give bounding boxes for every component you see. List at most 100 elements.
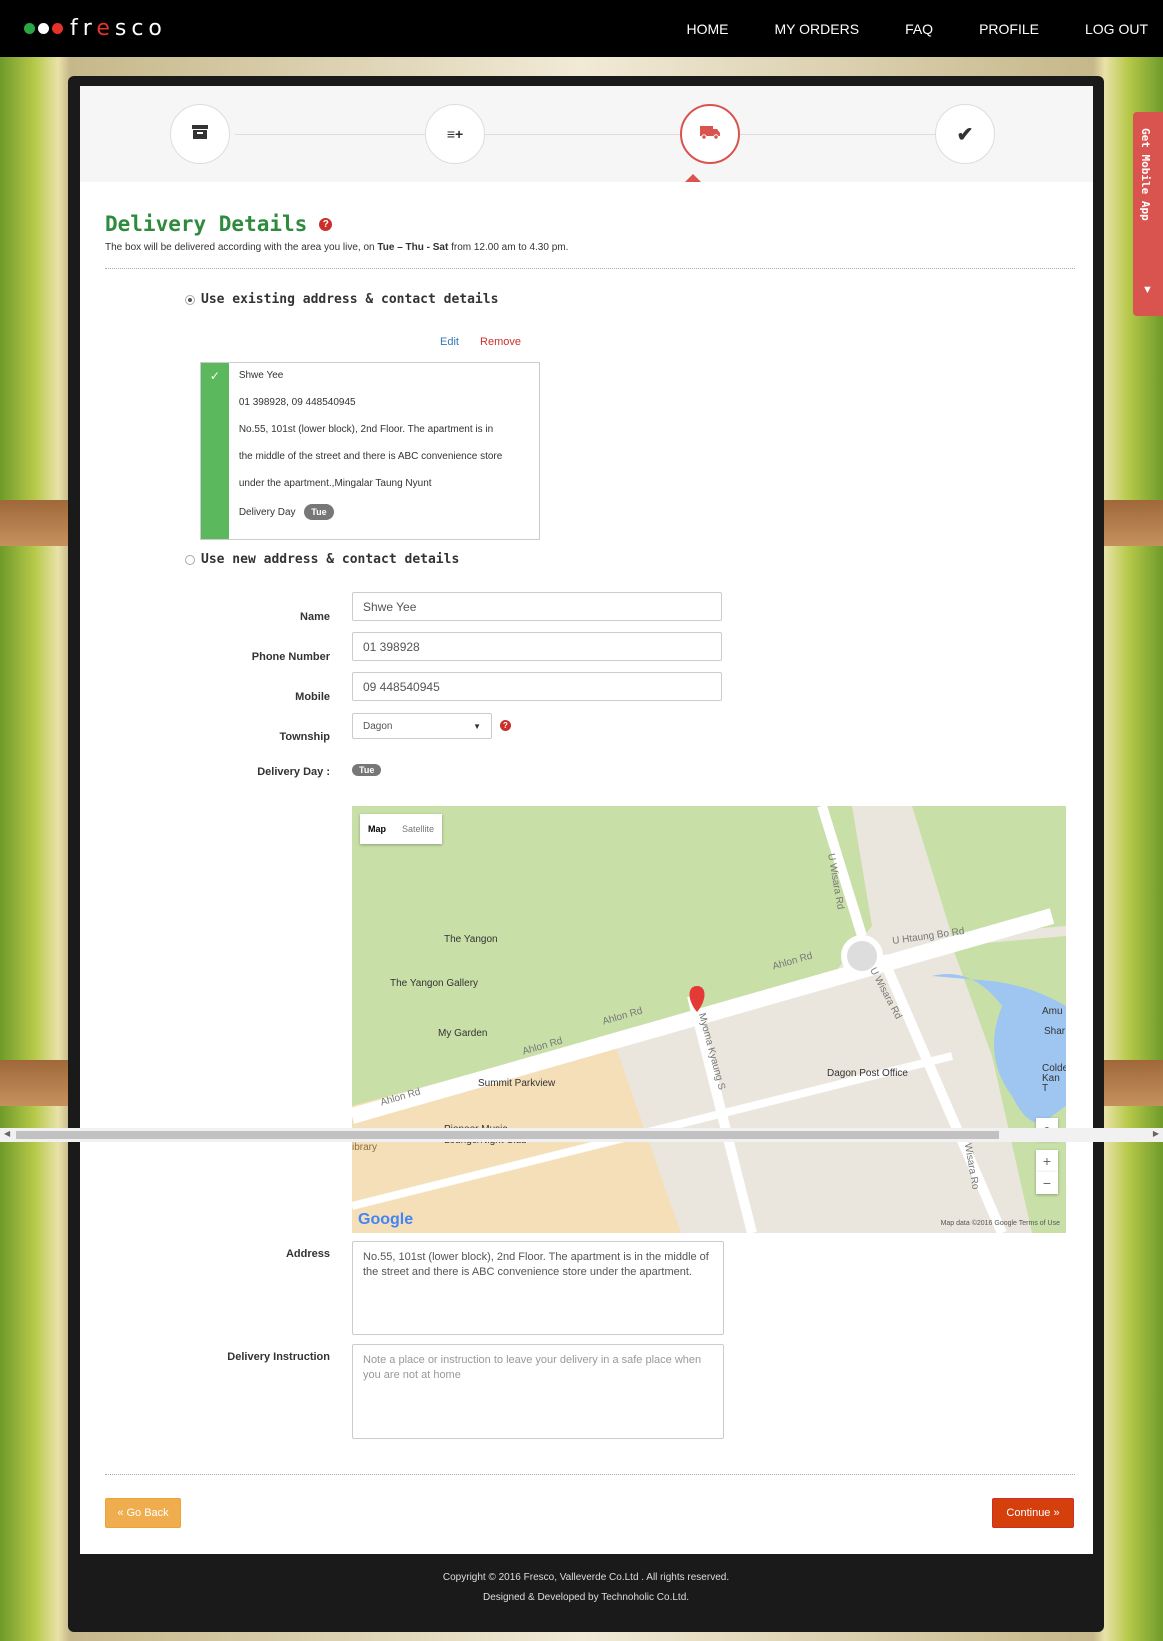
name-label: Name [300,611,330,623]
saved-address-line: the middle of the street and there is AB… [238,451,503,462]
page-title: Delivery Details ? [105,212,333,236]
main-nav: HOME MY ORDERS FAQ PROFILE LOG OUT [687,0,1163,57]
scroll-left-arrow-icon[interactable]: ◀ [4,1129,10,1138]
map-canvas [352,806,1066,1233]
go-back-button[interactable]: « Go Back [105,1498,181,1528]
nav-logout[interactable]: LOG OUT [1085,21,1148,37]
map-place-label: Colde Kan T [1042,1063,1066,1094]
scroll-right-arrow-icon[interactable]: ▶ [1153,1129,1159,1138]
new-address-label: Use new address & contact details [201,552,460,567]
schedule-prefix: The box will be delivered according with… [105,242,378,253]
saved-address-line: No.55, 101st (lower block), 2nd Floor. T… [238,424,494,435]
nav-faq[interactable]: FAQ [905,21,933,37]
map-type-satellite[interactable]: Satellite [394,814,442,844]
township-help-icon[interactable]: ? [500,720,511,731]
map-type-control: Map Satellite [360,814,443,844]
map-place-label: Dagon Post Office [827,1068,908,1079]
schedule-suffix: from 12.00 am to 4.30 pm. [448,242,569,253]
logo-dot-red [52,23,63,34]
delivery-instruction-textarea[interactable]: Note a place or instruction to leave you… [352,1344,724,1439]
address-label: Address [285,1248,330,1260]
saved-address-lines: Shwe Yee 01 398928, 09 448540945 No.55, … [229,363,539,539]
map-place-label: Shar [1044,1026,1066,1037]
instruction-label: Delivery Instruction [227,1351,330,1363]
saved-delivery-day: Delivery Day Tue [239,504,539,531]
delivery-schedule-note: The box will be delivered according with… [105,242,568,253]
map-place-label: Amu [1042,1006,1063,1017]
new-address-option[interactable]: Use new address & contact details [185,552,459,567]
delivery-day-badge: Tue [352,764,382,776]
selected-check-icon: ✓ [201,363,229,539]
edit-address-link[interactable]: Edit [440,336,459,348]
active-step-pointer [685,174,701,182]
google-logo: Google [358,1211,414,1228]
saved-address-line: under the apartment.,Mingalar Taung Nyun… [238,478,432,489]
phone-field[interactable]: 01 398928 [352,632,722,661]
schedule-days: Tue – Thu - Sat [377,242,449,253]
step-menu[interactable]: ≡+ [425,104,485,164]
address-textarea[interactable]: No.55, 101st (lower block), 2nd Floor. T… [352,1241,724,1335]
map-attribution[interactable]: Map data ©2016 Google Terms of Use [941,1220,1060,1227]
saved-phones: 01 398928, 09 448540945 [238,397,356,408]
existing-address-radio[interactable] [185,294,195,305]
step-box[interactable] [170,104,230,164]
footer-copyright: Copyright © 2016 Fresco, Valleverde Co.L… [442,1572,730,1583]
map-place-label: The Yangon Gallery [390,978,479,989]
footer-credits: Designed & Developed by Technoholic Co.L… [482,1592,690,1603]
get-mobile-app-tab[interactable]: Get Mobile App ▼ [1133,112,1163,316]
brand-name: fresco [70,16,167,41]
step-confirm[interactable]: ✔ [935,104,995,164]
delivery-day-label: Delivery Day : [257,766,330,778]
checkout-steps: ≡+ ✔ [80,86,1093,182]
existing-address-option[interactable]: Use existing address & contact details [185,292,498,307]
phone-label: Phone Number [251,651,330,663]
divider [105,1474,1075,1475]
nav-my-orders[interactable]: MY ORDERS [775,21,860,37]
horizontal-scrollbar[interactable]: ◀ ▶ [0,1128,1163,1142]
map-place-label: ibrary [352,1142,378,1153]
steps-connector [235,134,935,135]
logo-dot-green [24,23,35,34]
check-icon: ✔ [956,123,974,146]
footer: Copyright © 2016 Fresco, Valleverde Co.L… [68,1554,1104,1608]
saved-name: Shwe Yee [238,370,284,381]
step-delivery[interactable] [680,104,740,164]
township-label: Township [279,731,330,743]
nav-profile[interactable]: PROFILE [979,21,1039,37]
truck-icon [699,123,721,146]
nav-home[interactable]: HOME [687,21,729,37]
map-place-label: My Garden [438,1028,488,1039]
divider [105,268,1075,269]
chevron-down-icon: ▼ [1142,284,1153,296]
zoom-in-button[interactable]: + [1036,1150,1058,1172]
map-place-label: The Yangon [444,934,498,945]
box-icon [191,123,209,146]
continue-button[interactable]: Continue » [992,1498,1074,1528]
map-type-map[interactable]: Map [360,814,394,844]
township-select[interactable]: Dagon ▼ [352,713,492,739]
mobile-field[interactable]: 09 448540945 [352,672,722,701]
township-selected-value: Dagon [363,720,393,732]
page-title-text: Delivery Details [105,212,308,236]
mobile-label: Mobile [295,691,330,703]
remove-address-link[interactable]: Remove [480,336,521,348]
existing-address-label: Use existing address & contact details [201,292,499,307]
delivery-day-badge: Tue [304,504,334,520]
checkout-card: ≡+ ✔ Delivery Details ? The box will be … [80,86,1093,1554]
address-actions: Edit Remove [440,336,521,348]
list-plus-icon: ≡+ [446,126,464,142]
location-map[interactable]: Map Satellite The Yangon The Yangon Gall… [352,806,1066,1233]
new-address-radio[interactable] [185,554,195,565]
name-field[interactable]: Shwe Yee [352,592,722,621]
get-mobile-app-label: Get Mobile App [1139,128,1152,221]
scrollbar-thumb[interactable] [16,1131,999,1139]
zoom-out-button[interactable]: − [1036,1172,1058,1194]
saved-delivery-day-label: Delivery Day [238,507,296,518]
map-place-label: Summit Parkview [478,1078,556,1089]
saved-address-card[interactable]: ✓ Shwe Yee 01 398928, 09 448540945 No.55… [200,362,540,540]
brand-logo[interactable]: fresco [24,16,167,41]
dropdown-arrow-icon: ▼ [473,721,481,731]
help-icon[interactable]: ? [319,217,333,231]
logo-dot-white [38,23,49,34]
top-navbar: fresco HOME MY ORDERS FAQ PROFILE LOG OU… [0,0,1163,57]
